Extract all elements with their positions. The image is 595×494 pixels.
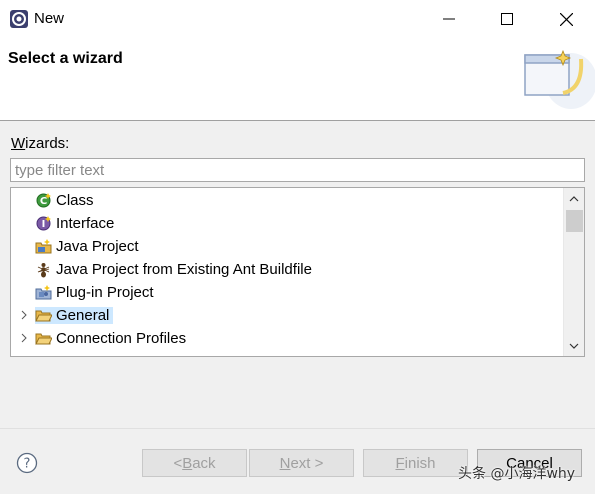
watermark: 头条 @小海洋why	[458, 466, 576, 482]
tree-item-general[interactable]: General	[11, 304, 563, 327]
wizards-label: Wizards:	[11, 135, 70, 152]
close-button[interactable]	[537, 0, 595, 38]
footer-separator	[0, 428, 595, 429]
finish-button[interactable]: Finish	[363, 449, 468, 477]
title-bar: New	[0, 0, 595, 38]
minimize-icon	[443, 18, 455, 20]
tree-item-java-project[interactable]: Java Project	[11, 235, 563, 258]
tree-item-interface[interactable]: I Interface	[11, 212, 563, 235]
next-button[interactable]: Next >	[249, 449, 354, 477]
java-project-icon	[35, 239, 52, 254]
scroll-down-button[interactable]	[564, 337, 584, 354]
back-button[interactable]: < Back	[142, 449, 247, 477]
maximize-button[interactable]	[478, 0, 536, 38]
tree-item-label: Class	[56, 192, 94, 209]
folder-icon	[35, 307, 52, 324]
tree-item-ant-buildfile-project[interactable]: Java Project from Existing Ant Buildfile	[11, 258, 563, 281]
page-title: Select a wizard	[8, 50, 123, 67]
scroll-up-button[interactable]	[564, 190, 584, 207]
chevron-right-icon[interactable]	[19, 310, 29, 320]
eclipse-app-icon	[10, 10, 28, 28]
svg-text:C: C	[40, 196, 47, 207]
help-icon[interactable]: ?	[16, 452, 38, 474]
tree-item-label: Interface	[56, 215, 115, 232]
wizard-tree[interactable]: C Class I Interface Java Project Java Pr…	[10, 187, 585, 357]
chevron-right-icon[interactable]	[19, 333, 29, 343]
tree-item-class[interactable]: C Class	[11, 189, 563, 212]
tree-item-plugin-project[interactable]: Plug-in Project	[11, 281, 563, 304]
ant-buildfile-icon	[37, 263, 50, 278]
chevron-down-icon	[569, 343, 579, 349]
maximize-icon	[501, 13, 513, 25]
new-wizard-banner-icon	[524, 49, 595, 109]
tree-item-label: Plug-in Project	[56, 284, 154, 301]
close-icon	[559, 12, 573, 26]
tree-item-label: Java Project	[56, 238, 139, 255]
interface-icon: I	[36, 216, 51, 231]
window-title: New	[34, 10, 65, 27]
minimize-button[interactable]	[420, 0, 478, 38]
class-icon: C	[36, 193, 51, 208]
chevron-up-icon	[569, 195, 579, 201]
filter-input[interactable]	[10, 158, 585, 182]
plugin-project-icon	[35, 285, 52, 300]
wizard-banner: Select a wizard	[0, 38, 595, 121]
svg-text:?: ?	[24, 457, 31, 472]
svg-text:I: I	[42, 219, 46, 230]
tree-scrollbar[interactable]	[563, 188, 584, 356]
scroll-thumb[interactable]	[566, 210, 583, 232]
tree-item-connection-profiles[interactable]: Connection Profiles	[11, 327, 563, 350]
tree-item-label: General	[52, 307, 114, 324]
tree-item-label: Connection Profiles	[56, 330, 187, 347]
folder-icon	[35, 333, 52, 345]
tree-item-label: Java Project from Existing Ant Buildfile	[56, 261, 312, 278]
